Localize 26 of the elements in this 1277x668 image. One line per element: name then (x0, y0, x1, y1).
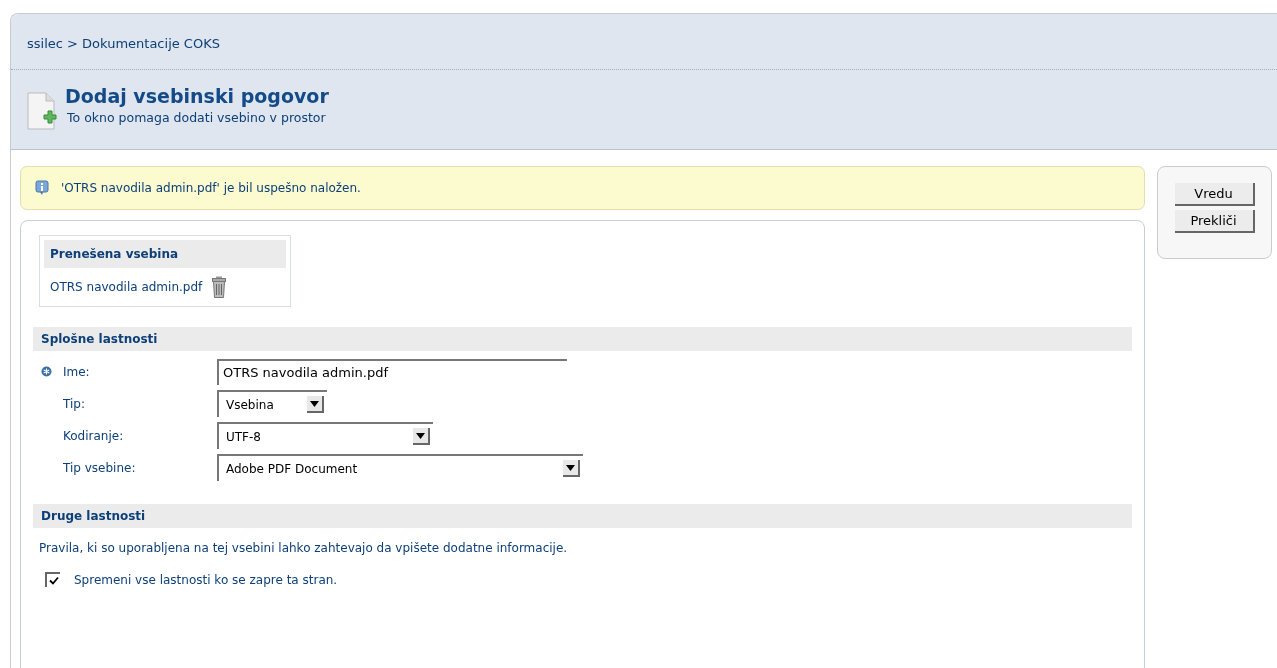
dropdown[interactable]: Adobe PDF Document (217, 454, 583, 481)
section-heading: Druge lastnosti (33, 504, 1132, 528)
dropdown[interactable]: Vsebina (217, 390, 327, 417)
field-label: Ime: (63, 364, 91, 379)
file-link[interactable]: OTRS navodila admin.pdf (50, 280, 203, 294)
dialog-title: Dodaj vsebinski pogovor (65, 85, 329, 107)
checkbox-label: Spremeni vse lastnosti ko se zapre ta stran. (74, 572, 338, 587)
dialog-button[interactable]: Vredu (1174, 183, 1255, 206)
field-label: Tip vsebine: (63, 460, 137, 475)
dropdown[interactable]: UTF-8 (217, 422, 433, 449)
dropdown-arrow-icon (310, 400, 319, 407)
name-input[interactable]: OTRS navodila admin.pdf (217, 358, 567, 385)
dropdown-arrow-icon (416, 432, 425, 439)
info-icon (35, 180, 49, 196)
box-heading: Prenešena vsebina (44, 240, 286, 268)
info-text: Pravila, ki so uporabljena na tej vsebini lahko zahtevajo da vpišete dodatne informacije. (38, 540, 569, 555)
dropdown-arrow-icon (566, 464, 575, 471)
section-heading: Splošne lastnosti (33, 327, 1132, 351)
breadcrumb: ssilec > Dokumentacije COKS (11, 14, 1277, 70)
dialog-button[interactable]: Prekliči (1174, 210, 1255, 233)
message-text: 'OTRS navodila admin.pdf' je bil uspešno naložen. (61, 181, 361, 195)
new-document-icon (27, 92, 57, 130)
dialog-subtitle: To okno pomaga dodati vsebino v prostor (66, 110, 327, 125)
trash-icon[interactable] (212, 276, 227, 298)
field-label: Kodiranje: (63, 428, 125, 443)
field-label: Tip: (63, 396, 86, 411)
